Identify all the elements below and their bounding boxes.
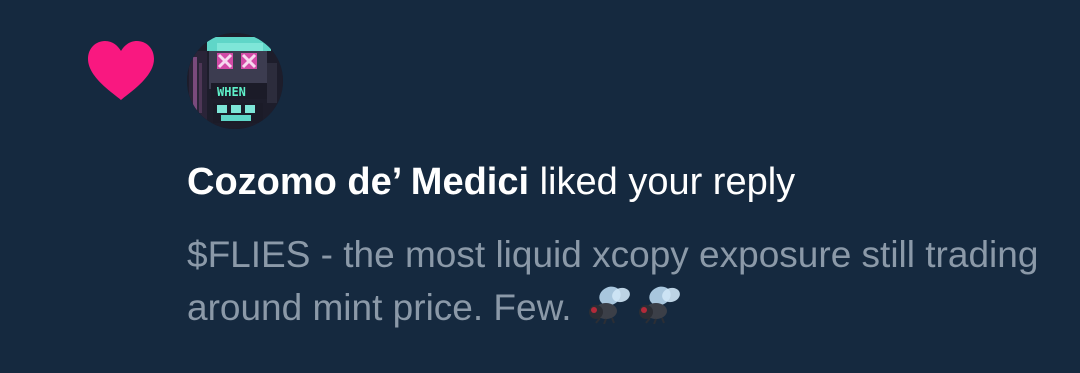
heart-icon xyxy=(88,41,154,100)
action-text: liked your reply xyxy=(529,161,796,203)
avatar-text: WHEN xyxy=(217,85,246,99)
fly-emoji-icon xyxy=(588,286,630,324)
reply-preview[interactable]: $FLIES - the most liquid xcopy exposure … xyxy=(187,228,1057,334)
like-notification[interactable]: WHEN Cozomo de’ Medici liked your reply … xyxy=(0,0,1080,373)
user-name-link[interactable]: Cozomo de’ Medici xyxy=(187,161,529,203)
pixel-art-avatar-icon: WHEN xyxy=(187,33,283,129)
notification-headline: Cozomo de’ Medici liked your reply xyxy=(187,158,795,206)
fly-emoji-icon xyxy=(638,286,680,324)
avatar[interactable]: WHEN xyxy=(187,33,283,129)
